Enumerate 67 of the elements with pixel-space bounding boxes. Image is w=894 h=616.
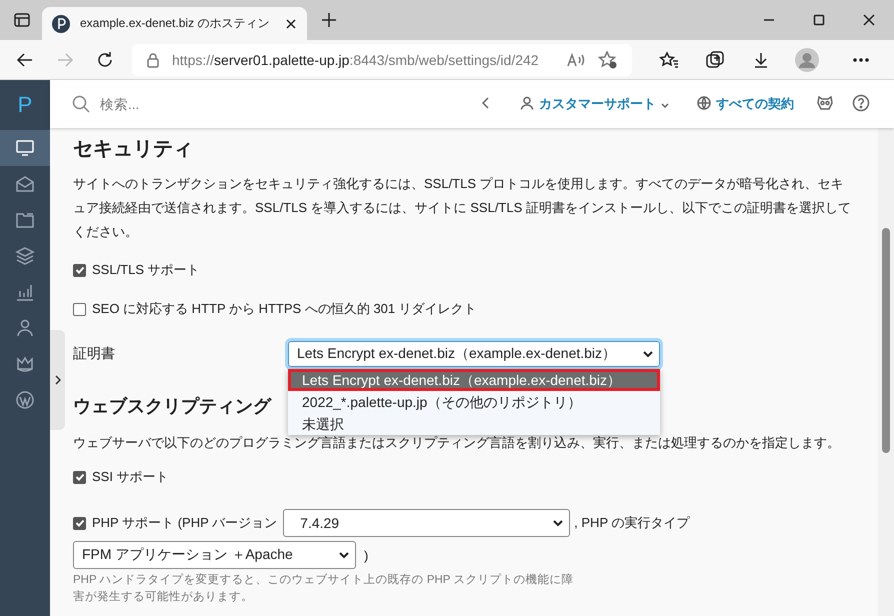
globe-icon xyxy=(697,96,711,110)
checkbox[interactable] xyxy=(73,302,86,316)
paren-text: ) xyxy=(364,548,368,562)
chevron-down-icon xyxy=(339,552,349,558)
handler-select[interactable]: FPM アプリケーション ＋Apache xyxy=(73,541,356,569)
address-bar[interactable]: https://server01.palette-up.jp:8443/smb/web/settings/id/242 xyxy=(132,44,632,76)
more-icon[interactable] xyxy=(852,56,870,62)
crown-icon xyxy=(15,354,35,374)
close-icon[interactable] xyxy=(863,14,875,26)
browser-tab[interactable]: example.ex-denet.biz のホスティン xyxy=(42,7,307,40)
field-label: , PHP の実行タイプ xyxy=(574,514,690,532)
close-icon[interactable] xyxy=(285,18,297,30)
chevron-down-icon xyxy=(643,350,653,358)
help-icon[interactable] xyxy=(852,94,870,112)
nav-item[interactable] xyxy=(0,130,50,166)
section-description: サイトへのトランザクションをセキュリティ強化するには、SSL/TLS プロトコルを使用します。すべてのデータが暗号化され、セキュア接続経由で送信されます。SSL/TLS を導入するには、サイトに SSL/TLS 証明書をインストールし、以下でこの証明書を選択してください。 xyxy=(73,175,852,241)
favorites-icon[interactable] xyxy=(659,50,679,68)
certificate-select[interactable]: Lets Encrypt ex-denet.biz（example.ex-denet.biz） xyxy=(288,341,660,367)
search-icon xyxy=(72,95,90,113)
field-label: 証明書 xyxy=(73,345,116,363)
dropdown-option[interactable]: 2022_*.palette-up.jp（その他のリポジトリ） xyxy=(288,391,660,413)
site-logo-icon xyxy=(52,14,70,32)
php-version-select[interactable]: 7.4.29 xyxy=(283,509,570,537)
checkbox[interactable] xyxy=(73,264,86,276)
chevron-right-icon xyxy=(54,375,60,385)
chevron-down-icon xyxy=(553,520,564,526)
monitor-icon xyxy=(15,138,35,158)
checkbox[interactable] xyxy=(73,470,86,484)
url-text: https://server01.palette-up.jp:8443/smb/web/settings/id/242 xyxy=(172,52,539,68)
chevron-left-icon[interactable] xyxy=(482,96,490,108)
checkbox-option[interactable]: SSL/TLS サポート xyxy=(73,260,200,280)
checkbox-option[interactable]: SSI サポート xyxy=(73,467,169,487)
refresh-icon[interactable] xyxy=(96,50,114,68)
section-description: ウェブサーバで以下のどのプログラミング言語またはスクリプティング言語を割り込み、実行、または処理するのかを指定します。 xyxy=(73,434,841,452)
maximize-icon[interactable] xyxy=(813,14,825,26)
app-logo: P xyxy=(16,91,34,119)
scrollbar-thumb[interactable] xyxy=(882,228,890,453)
customer-support-menu[interactable]: カスタマーサポート xyxy=(520,95,669,113)
bar-chart-icon xyxy=(15,282,35,302)
user-icon xyxy=(15,318,35,338)
lock-icon xyxy=(146,52,160,68)
sidebar-expand-handle[interactable] xyxy=(50,330,65,430)
dropdown-option[interactable]: Lets Encrypt ex-denet.biz（example.ex-denet.biz） xyxy=(288,369,660,391)
envelope-icon xyxy=(15,174,35,194)
collections-icon[interactable] xyxy=(705,50,725,70)
profile-avatar-icon[interactable] xyxy=(795,48,819,72)
tab-title: example.ex-denet.biz のホスティン xyxy=(80,15,270,32)
subscriptions-link[interactable]: すべての契約 xyxy=(697,95,794,113)
back-icon[interactable] xyxy=(16,50,34,68)
mask-icon[interactable] xyxy=(816,94,834,112)
section-heading: ウェブスクリプティング xyxy=(73,395,271,418)
star-plus-icon[interactable] xyxy=(598,50,618,68)
checkbox-option[interactable]: SEO に対応する HTTP から HTTPS への恒久的 301 リダイレクト xyxy=(73,299,477,319)
checkbox[interactable] xyxy=(73,516,86,530)
sidebar-toggle-icon[interactable] xyxy=(14,12,30,28)
search-field[interactable]: 検索... xyxy=(98,96,302,112)
layers-icon xyxy=(15,246,35,266)
circle-w-icon xyxy=(15,390,35,410)
caret-icon xyxy=(661,102,669,108)
download-icon[interactable] xyxy=(752,50,770,68)
checkbox-option[interactable]: PHP サポート (PHP バージョン xyxy=(73,513,278,533)
new-tab-icon[interactable] xyxy=(321,12,337,28)
read-aloud-icon[interactable] xyxy=(566,52,586,68)
help-note: PHP ハンドラタイプを変更すると、このウェブサイト上の既存の PHP スクリプトの機能に障害が発生する可能性があります。 xyxy=(73,572,574,605)
section-heading: セキュリティ xyxy=(73,137,193,162)
dropdown-option[interactable]: 未選択 xyxy=(288,413,660,435)
user-icon xyxy=(520,96,534,110)
